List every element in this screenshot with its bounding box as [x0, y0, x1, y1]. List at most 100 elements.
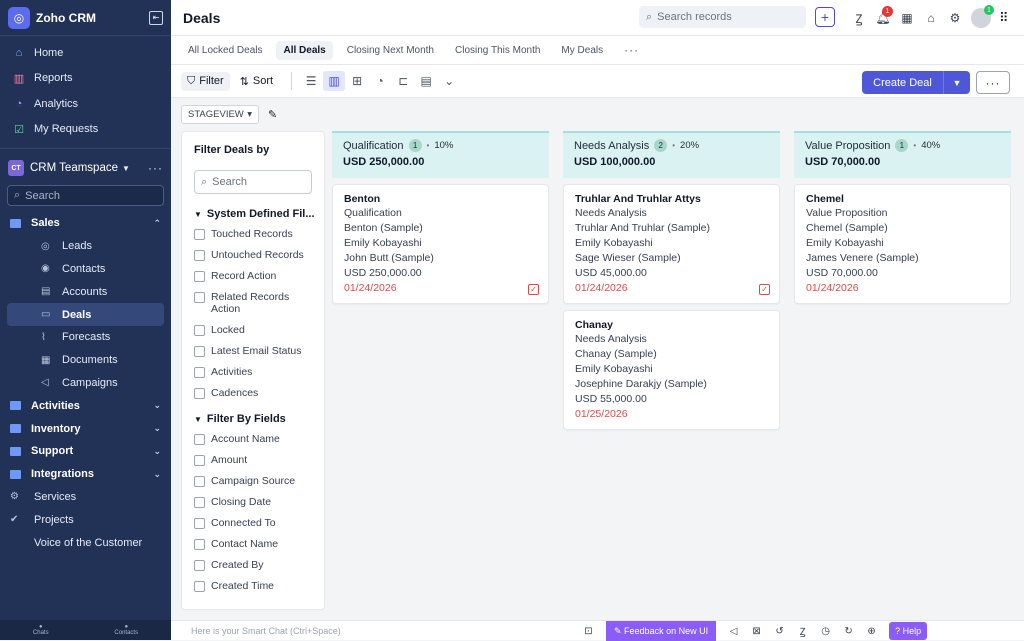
announce-icon[interactable]: ◁ — [722, 626, 745, 637]
sidebar-item-my-requests[interactable]: ☑ My Requests — [0, 117, 171, 143]
chevron-down-icon[interactable]: ⌄ — [438, 71, 460, 91]
filter-option[interactable]: Closing Date — [194, 496, 312, 508]
sidebar-item-accounts[interactable]: ▤ Accounts — [7, 280, 164, 303]
task-check-icon[interactable]: ✓ — [528, 284, 539, 295]
zia-icon[interactable]: ⊠ — [745, 626, 768, 637]
teamspace-switcher[interactable]: CT CRM Teamspace ▼ ··· — [0, 155, 171, 181]
checkbox[interactable] — [194, 250, 205, 261]
checkbox[interactable] — [194, 229, 205, 240]
deal-name[interactable]: Truhlar And Truhlar Attys — [575, 192, 768, 206]
checkbox[interactable] — [194, 539, 205, 550]
tab-all-locked-deals[interactable]: All Locked Deals — [181, 41, 269, 60]
sidebar-item-analytics[interactable]: ◔ Analytics — [0, 91, 171, 117]
alarm-icon[interactable]: ◷ — [814, 626, 837, 637]
filter-option[interactable]: Amount — [194, 454, 312, 466]
filter-option[interactable]: Related Records Action — [194, 291, 312, 315]
sidebar-item-campaigns[interactable]: ◁ Campaigns — [7, 372, 164, 395]
checkbox[interactable] — [194, 292, 205, 303]
checkbox[interactable] — [194, 518, 205, 529]
checkbox[interactable] — [194, 455, 205, 466]
more-options-icon[interactable]: ··· — [148, 161, 163, 175]
app-grid-icon[interactable]: ⠿ — [999, 10, 1009, 26]
sidebar-item-deals[interactable]: ▭ Deals — [7, 303, 164, 326]
filter-option[interactable]: Record Action — [194, 270, 312, 282]
create-deal-button[interactable]: Create Deal ▼ — [862, 71, 970, 94]
filter-option[interactable]: Created By — [194, 559, 312, 571]
table-view-icon[interactable]: ⊞ — [346, 71, 368, 91]
sort-button[interactable]: ⇅ Sort — [234, 72, 279, 91]
deal-card[interactable]: Truhlar And Truhlar Attys Needs Analysis T… — [563, 184, 780, 304]
translate-icon[interactable]: Ꙁ — [847, 9, 871, 27]
checkbox[interactable] — [194, 560, 205, 571]
sidebar-item-voice-of-customer[interactable]: Voice of the Customer — [0, 531, 171, 554]
record-icon[interactable]: ⊡ — [577, 626, 600, 637]
feedback-button[interactable]: ✎ Feedback on New UI — [606, 621, 717, 641]
checkbox[interactable] — [194, 434, 205, 445]
quick-create-button[interactable]: + — [815, 7, 835, 27]
tab-my-deals[interactable]: My Deals — [554, 41, 610, 60]
collapse-sidebar-icon[interactable]: ⇤ — [149, 10, 163, 25]
user-avatar[interactable]: 1 — [971, 5, 994, 28]
checkbox[interactable] — [194, 325, 205, 336]
tab-all-deals[interactable]: All Deals — [276, 40, 333, 60]
filter-option[interactable]: Account Name — [194, 433, 312, 445]
sidebar-folder-integrations[interactable]: Integrations ⌄ — [0, 463, 171, 486]
translate-icon[interactable]: Ꙁ — [791, 624, 814, 638]
tab-closing-this-month[interactable]: Closing This Month — [448, 41, 547, 60]
checkbox[interactable] — [194, 367, 205, 378]
filter-option[interactable]: Touched Records — [194, 228, 312, 240]
sidebar-search-input[interactable]: ⌕ Search — [7, 185, 164, 206]
filter-option[interactable]: Latest Email Status — [194, 345, 312, 357]
deal-name[interactable]: Chemel — [806, 192, 999, 206]
global-search-input[interactable]: ⌕ Search records — [639, 6, 806, 28]
sidebar-folder-support[interactable]: Support ⌄ — [0, 440, 171, 463]
sidebar-folder-inventory[interactable]: Inventory ⌄ — [0, 417, 171, 440]
list-view-icon[interactable]: ☰ — [300, 71, 322, 91]
filter-option[interactable]: Activities — [194, 366, 312, 378]
deal-card[interactable]: Benton Qualification Benton (Sample) Emily … — [332, 184, 549, 304]
sidebar-item-leads[interactable]: ◎ Leads — [7, 235, 164, 258]
contacts-button[interactable]: ● Contacts — [114, 624, 138, 636]
sidebar-item-home[interactable]: ⌂ Home — [0, 40, 171, 66]
more-actions-button[interactable]: ··· — [976, 71, 1010, 94]
smart-chat-input[interactable]: Here is your Smart Chat (Ctrl+Space) — [171, 626, 571, 636]
deal-name[interactable]: Chanay — [575, 318, 768, 332]
sidebar-item-contacts[interactable]: ◉ Contacts — [7, 258, 164, 281]
history-icon[interactable]: ↺ — [768, 626, 791, 637]
checkbox[interactable] — [194, 497, 205, 508]
chats-button[interactable]: ● Chats — [33, 624, 49, 636]
sidebar-item-projects[interactable]: ✔ Projects — [0, 508, 171, 531]
more-tabs-icon[interactable]: ··· — [617, 39, 646, 61]
marketplace-icon[interactable]: ⌂ — [919, 9, 943, 27]
sidebar-item-services[interactable]: ⚙ Services — [0, 486, 171, 509]
filter-option[interactable]: Untouched Records — [194, 249, 312, 261]
checkbox[interactable] — [194, 388, 205, 399]
filter-search-input[interactable]: ⌕ Search — [194, 170, 312, 194]
checkbox[interactable] — [194, 581, 205, 592]
notifications-icon[interactable]: 🔔︎ 1 — [871, 6, 895, 27]
sidebar-item-documents[interactable]: ▦ Documents — [7, 349, 164, 372]
sheet-view-icon[interactable]: ▤ — [415, 71, 437, 91]
deal-card[interactable]: Chanay Needs Analysis Chanay (Sample) Emily… — [563, 310, 780, 430]
system-defined-filters-toggle[interactable]: ▼ System Defined Fil... — [194, 208, 315, 220]
stageview-dropdown[interactable]: STAGEVIEW ▾ — [181, 105, 259, 124]
kanban-view-icon[interactable]: ▥ — [323, 71, 346, 91]
edit-pencil-icon[interactable]: ✎ — [268, 108, 277, 121]
filter-by-fields-toggle[interactable]: ▼ Filter By Fields — [194, 413, 312, 425]
filter-button[interactable]: ⛉ Filter — [181, 71, 230, 91]
chart-view-icon[interactable]: ◔ — [369, 71, 391, 91]
settings-gear-icon[interactable]: ⚙ — [943, 9, 967, 27]
filter-option[interactable]: Cadences — [194, 387, 312, 399]
sidebar-item-forecasts[interactable]: ⌇ Forecasts — [7, 326, 164, 349]
timeline-view-icon[interactable]: ⊏ — [392, 71, 414, 91]
checkbox[interactable] — [194, 346, 205, 357]
filter-option[interactable]: Contact Name — [194, 538, 312, 550]
create-dropdown-icon[interactable]: ▼ — [944, 71, 970, 94]
deal-card[interactable]: Chemel Value Proposition Chemel (Sample) Em… — [794, 184, 1011, 304]
task-check-icon[interactable]: ✓ — [759, 284, 770, 295]
checkbox[interactable] — [194, 476, 205, 487]
recent-icon[interactable]: ↻ — [837, 626, 860, 637]
create-deal-label[interactable]: Create Deal — [862, 71, 944, 94]
filter-option[interactable]: Locked — [194, 324, 312, 336]
sidebar-item-reports[interactable]: ▥ Reports — [0, 66, 171, 92]
